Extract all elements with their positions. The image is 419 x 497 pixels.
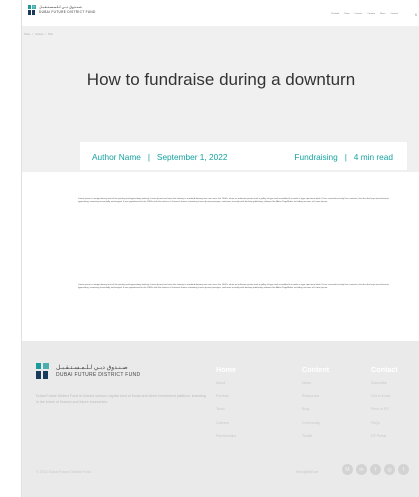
footer-heading[interactable]: Home [216, 365, 236, 374]
main-nav: Portfolio Team Careers Content News Cont… [331, 13, 398, 15]
nav-item-news[interactable]: News [380, 13, 385, 15]
page-frame: صـنـدوق دبـي لـلـمـسـتـقـبـل DUBAI FUTUR… [21, 0, 419, 497]
author-date: Author Name | September 1, 2022 [92, 152, 228, 162]
footer-link[interactable]: Subscribe [371, 381, 398, 385]
breadcrumb: Home / Content / Post [24, 33, 53, 36]
category-tag[interactable]: Fundraising [294, 152, 337, 162]
breadcrumb-separator: / [45, 33, 47, 36]
breadcrumb-home[interactable]: Home [24, 33, 30, 36]
social-links: M in f ◎ t [342, 464, 409, 475]
breadcrumb-current: Post [48, 33, 53, 36]
logo-mark-icon [36, 363, 50, 379]
footer-link[interactable]: Pitch to DF [371, 407, 398, 411]
site-header: صـنـدوق دبـي لـلـمـسـتـقـبـل DUBAI FUTUR… [22, 0, 419, 22]
facebook-icon[interactable]: f [370, 464, 381, 475]
footer-link[interactable]: FAQs [371, 421, 398, 425]
footer-link[interactable]: Community [302, 421, 329, 425]
footer-link[interactable]: About [216, 381, 236, 385]
footer-link[interactable]: DF Portal [371, 434, 398, 438]
author-name[interactable]: Author Name [92, 152, 141, 162]
footer-heading[interactable]: Contact [371, 365, 398, 374]
site-footer: صـنـدوق دبـي لـلـمـسـتـقـبـل DUBAI FUTUR… [22, 341, 419, 497]
footer-link[interactable]: Toolkit [302, 434, 329, 438]
contact-email[interactable]: hello@dfdf.ae [296, 470, 318, 474]
medium-icon[interactable]: M [342, 464, 353, 475]
nav-item-careers[interactable]: Careers [355, 13, 363, 15]
twitter-icon[interactable]: t [398, 464, 409, 475]
footer-logo[interactable]: صـنـدوق دبـي لـلـمـسـتـقـبـل DUBAI FUTUR… [36, 363, 140, 379]
footer-link[interactable]: Resources [302, 394, 329, 398]
footer-logo-english: DUBAI FUTURE DISTRICT FUND [56, 371, 141, 378]
footer-heading[interactable]: Content [302, 365, 329, 374]
footer-column-contact: Contact Subscribe Get in touch Pitch to … [371, 365, 398, 447]
breadcrumb-content[interactable]: Content [35, 33, 43, 36]
footer-link[interactable]: Team [216, 407, 236, 411]
footer-column-home: Home About Portfolio Team Careers Partne… [216, 365, 236, 447]
article-title: How to fundraise during a downturn [86, 70, 356, 89]
footer-link[interactable]: Careers [216, 421, 236, 425]
footer-logo-arabic: صـنـدوق دبـي لـلـمـسـتـقـبـل [56, 364, 128, 371]
category-readtime: Fundraising | 4 min read [294, 152, 393, 162]
footer-link[interactable]: News [302, 381, 329, 385]
site-logo[interactable]: صـنـدوق دبـي لـلـمـسـتـقـبـل DUBAI FUTUR… [28, 5, 96, 15]
article-paragraph: Lorem ipsum is simply dummy text of the … [78, 284, 389, 290]
logo-english-text: DUBAI FUTURE DISTRICT FUND [39, 9, 96, 14]
footer-link[interactable]: Partnerships [216, 434, 236, 438]
instagram-icon[interactable]: ◎ [384, 464, 395, 475]
nav-item-team[interactable]: Team [344, 13, 349, 15]
publish-date: September 1, 2022 [156, 152, 228, 162]
footer-column-content: Content News Resources Blog Community To… [302, 365, 329, 447]
nav-item-content[interactable]: Content [367, 13, 375, 15]
nav-item-contact[interactable]: Contact [390, 13, 398, 15]
nav-item-portfolio[interactable]: Portfolio [331, 13, 339, 15]
breadcrumb-separator: / [32, 33, 34, 36]
article-meta-card: Author Name | September 1, 2022 Fundrais… [80, 142, 407, 170]
footer-description: Dubai Future District Fund is Dubai's ve… [36, 394, 206, 404]
footer-link[interactable]: Portfolio [216, 394, 236, 398]
read-time: 4 min read [353, 152, 393, 162]
copyright-text: © 2022 Dubai Future District Fund [36, 470, 91, 474]
footer-link[interactable]: Blog [302, 407, 329, 411]
footer-link[interactable]: Get in touch [371, 394, 398, 398]
linkedin-icon[interactable]: in [356, 464, 367, 475]
logo-mark-icon [28, 5, 36, 15]
article-paragraph: Lorem ipsum is simply dummy text of the … [78, 198, 389, 204]
language-toggle[interactable]: ع [415, 12, 417, 16]
